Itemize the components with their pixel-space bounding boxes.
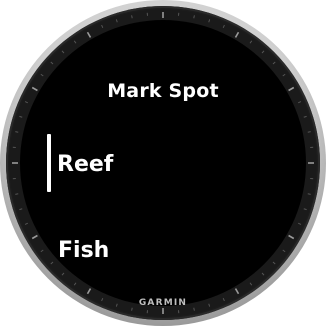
bezel-tick — [303, 115, 307, 118]
brand-logo: GARMIN — [138, 298, 188, 308]
bezel-tick — [249, 282, 253, 286]
bezel-tick — [15, 131, 19, 133]
bezel-tick — [61, 50, 65, 54]
menu-item-reef[interactable]: Reef — [57, 152, 113, 177]
bezel-tick — [24, 222, 28, 225]
watch-screen: Mark Spot Reef Fish — [20, 20, 306, 306]
bezel-tick — [234, 31, 240, 38]
bezel-tick — [249, 40, 253, 44]
bezel-tick — [61, 272, 65, 276]
bezel-tick — [272, 61, 276, 65]
bezel-tick — [73, 282, 77, 286]
bezel-tick — [131, 307, 133, 311]
bezel-tick — [73, 40, 77, 44]
bezel-tick — [282, 73, 286, 77]
bezel-tick — [101, 24, 104, 28]
bezel-tick — [193, 15, 195, 19]
bezel-tick — [234, 288, 240, 295]
menu-item-fish[interactable]: Fish — [58, 238, 109, 263]
bezel-tick — [307, 193, 311, 195]
bezel-tick — [50, 261, 54, 265]
bezel-tick — [288, 234, 295, 240]
bezel-tick — [261, 272, 265, 276]
bezel-tick — [40, 73, 44, 77]
bezel-tick — [19, 115, 23, 118]
bezel-tick — [282, 249, 286, 253]
bezel-tick — [86, 31, 92, 38]
bezel-tick — [193, 307, 195, 311]
bezel-tick — [298, 222, 302, 225]
bezel-tick — [272, 261, 276, 265]
watch-device: 6005101520253540455055 Mark Spot Reef Fi… — [0, 0, 326, 326]
bezel-tick — [40, 249, 44, 253]
bezel-tick — [19, 208, 23, 211]
bezel-tick — [86, 288, 92, 295]
bezel-tick — [15, 193, 19, 195]
bezel-tick — [261, 50, 265, 54]
bezel-tick — [31, 234, 38, 240]
bezel-tick — [303, 208, 307, 211]
screen-title: Mark Spot — [107, 80, 219, 102]
bezel-tick — [222, 24, 225, 28]
bezel-tick — [208, 19, 211, 23]
selection-indicator — [47, 134, 51, 192]
bezel-tick — [307, 131, 311, 133]
bezel-tick — [50, 61, 54, 65]
bezel-tick — [131, 15, 133, 19]
bezel-tick — [115, 19, 118, 23]
